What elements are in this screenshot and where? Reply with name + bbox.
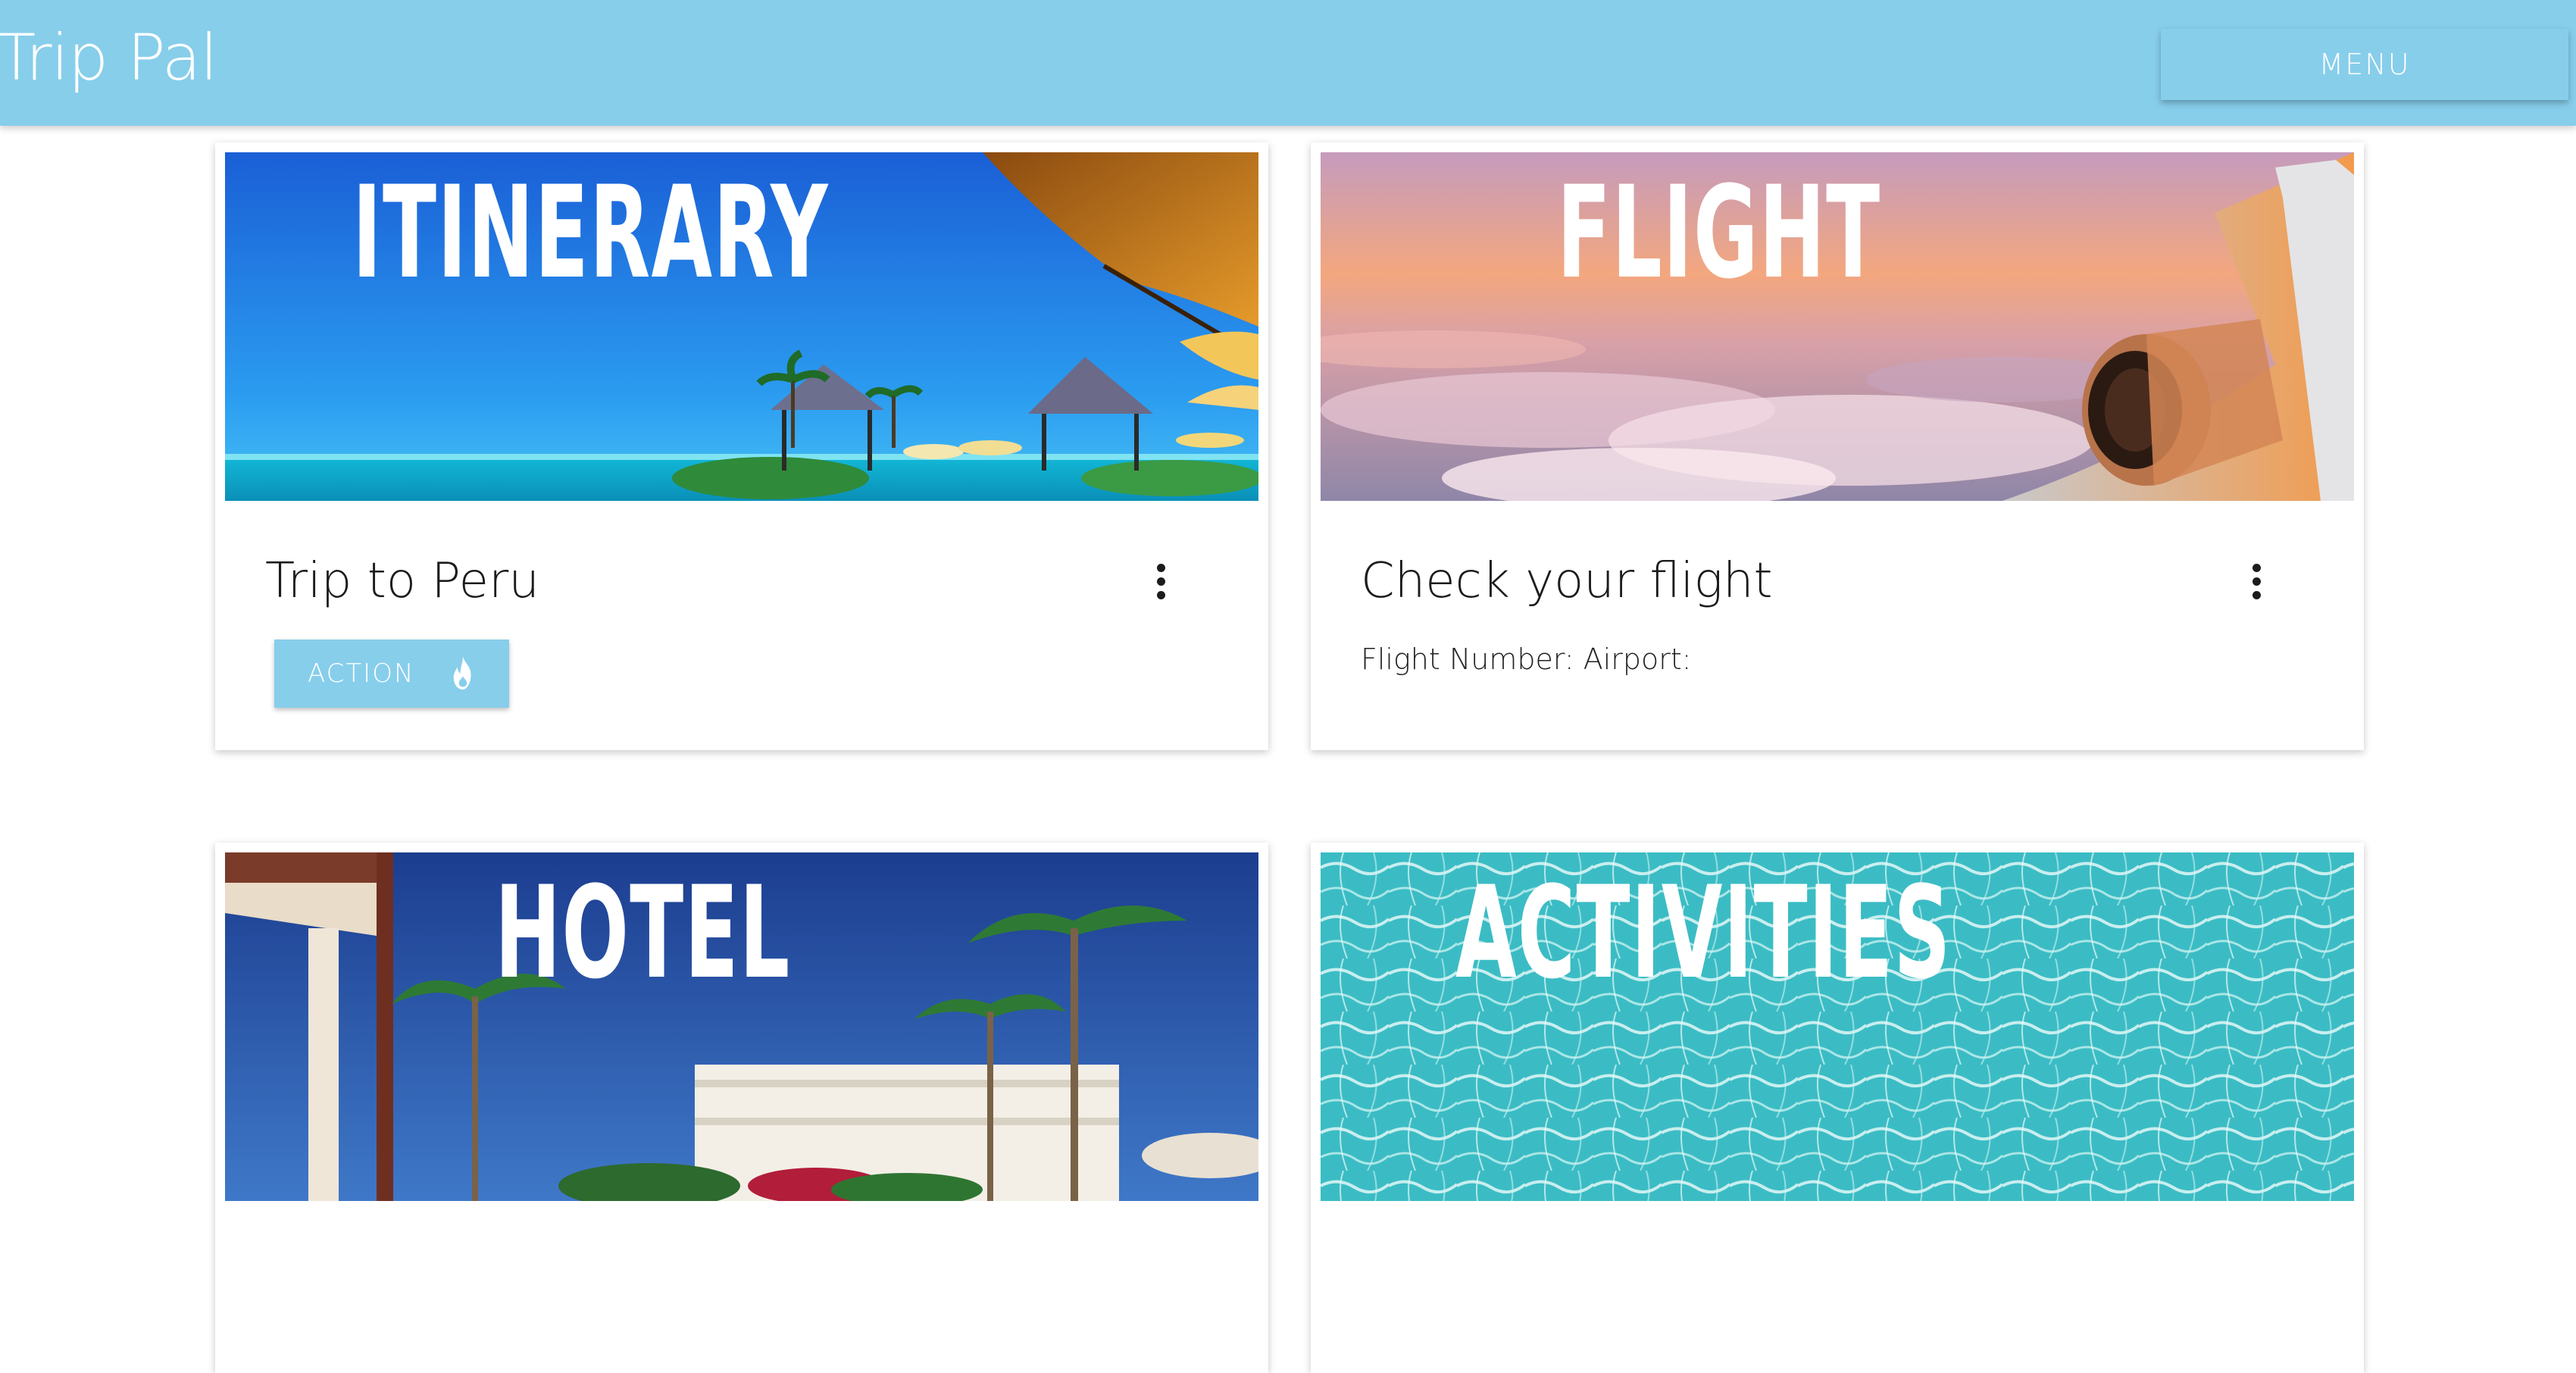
hotel-image: HOTEL bbox=[225, 852, 1258, 1201]
activities-heading: ACTIVITIES bbox=[1455, 859, 1952, 1007]
itinerary-card-title: Trip to Peru bbox=[265, 553, 539, 609]
itinerary-card: ITINERARY Trip to Peru ACTION bbox=[215, 142, 1268, 750]
more-vert-icon[interactable] bbox=[1146, 559, 1176, 605]
app-title: Trip Pal bbox=[0, 20, 218, 95]
hotel-card: HOTEL bbox=[215, 843, 1268, 1373]
flight-card: FLIGHT Check your flight Flight Number: … bbox=[1311, 142, 2364, 750]
hotel-heading: HOTEL bbox=[495, 859, 791, 1007]
more-vert-icon[interactable] bbox=[2241, 559, 2271, 605]
flight-image: FLIGHT bbox=[1321, 152, 2354, 501]
flight-card-title: Check your flight bbox=[1361, 553, 1773, 609]
itinerary-image: ITINERARY bbox=[225, 152, 1258, 501]
flight-heading: FLIGHT bbox=[1557, 158, 1881, 307]
menu-button[interactable]: MENU bbox=[2161, 29, 2568, 100]
activities-image: ACTIVITIES bbox=[1321, 852, 2354, 1201]
action-button-label: ACTION bbox=[308, 658, 415, 689]
action-button[interactable]: ACTION bbox=[274, 640, 509, 708]
activities-card: ACTIVITIES bbox=[1311, 843, 2364, 1373]
app-bar: Trip Pal MENU bbox=[0, 0, 2576, 126]
fire-icon bbox=[453, 656, 471, 690]
flight-details: Flight Number: Airport: bbox=[1361, 643, 1692, 676]
itinerary-heading: ITINERARY bbox=[352, 158, 829, 307]
